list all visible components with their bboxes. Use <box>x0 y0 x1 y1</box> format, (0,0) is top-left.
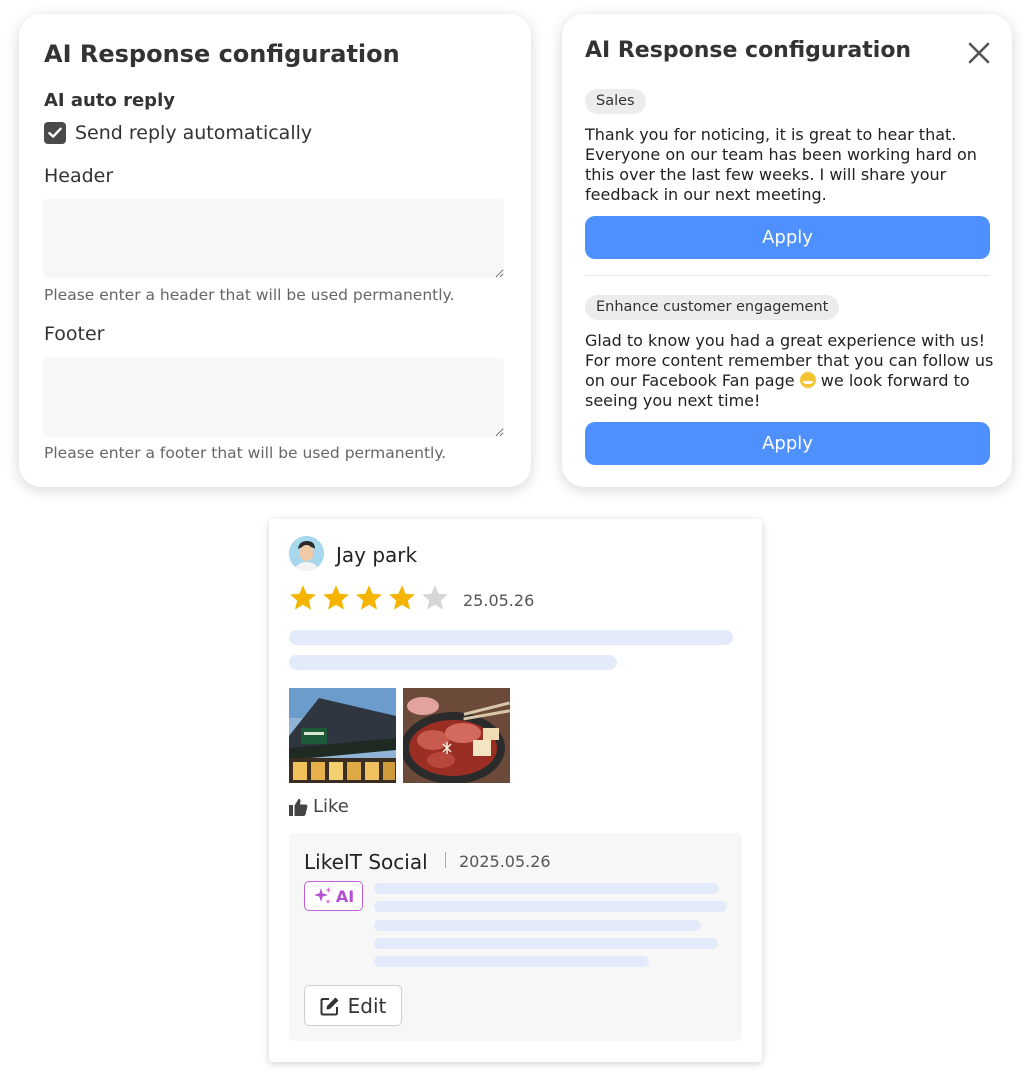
review-photo-storefront[interactable] <box>289 688 396 783</box>
reply-text-placeholder <box>374 883 719 894</box>
edit-button[interactable]: Edit <box>304 985 402 1026</box>
header-label: Header <box>44 165 114 187</box>
close-icon[interactable] <box>966 40 992 66</box>
grinning-emoji-icon <box>799 372 816 388</box>
star-filled-icon <box>323 585 349 610</box>
suggestion-tag-engagement: Enhance customer engagement <box>585 295 840 320</box>
ai-reply-box: LikeIT Social 2025.05.26 AI Edit <box>289 833 742 1041</box>
checkbox-checked-icon[interactable] <box>44 122 66 144</box>
header-input[interactable] <box>43 199 504 278</box>
footer-input[interactable] <box>43 358 504 437</box>
star-filled-icon <box>290 585 316 610</box>
ai-suggestions-panel: AI Response configuration Sales Thank yo… <box>562 14 1012 487</box>
like-button[interactable]: Like <box>289 796 349 817</box>
review-photo-food[interactable] <box>403 688 510 783</box>
reply-text-placeholder <box>374 956 649 967</box>
review-card: Jay park 25.05.26 Like LikeIT Social 202… <box>269 519 762 1062</box>
auto-reply-heading: AI auto reply <box>44 90 175 111</box>
footer-help-text: Please enter a footer that will be used … <box>44 444 447 462</box>
panel-title: AI Response configuration <box>44 40 400 68</box>
edit-icon <box>320 997 339 1015</box>
header-help-text: Please enter a header that will be used … <box>44 286 455 304</box>
ai-badge: AI <box>304 881 363 911</box>
apply-button[interactable]: Apply <box>585 422 990 465</box>
star-filled-icon <box>356 585 382 610</box>
send-automatically-checkbox[interactable]: Send reply automatically <box>44 122 312 144</box>
reply-date: 2025.05.26 <box>459 852 551 871</box>
sparkles-icon <box>313 887 332 904</box>
reply-text-placeholder <box>374 920 701 931</box>
apply-button[interactable]: Apply <box>585 216 990 259</box>
review-text-placeholder <box>289 655 617 670</box>
panel-title: AI Response configuration <box>585 38 912 63</box>
suggestion-text: Thank you for noticing, it is great to h… <box>585 125 977 204</box>
review-text-placeholder <box>289 630 733 645</box>
reply-text-placeholder <box>374 938 718 949</box>
avatar <box>289 536 324 571</box>
star-rating <box>288 583 450 613</box>
star-empty-icon <box>422 585 448 610</box>
reply-text-placeholder <box>374 901 727 912</box>
suggestion-text: Glad to know you had a great experience … <box>585 331 995 411</box>
like-label: Like <box>313 796 349 817</box>
reviewer-name: Jay park <box>336 543 418 567</box>
edit-label: Edit <box>347 993 387 1018</box>
thumbs-up-icon <box>289 798 308 816</box>
ai-badge-label: AI <box>335 886 355 906</box>
footer-label: Footer <box>44 323 105 345</box>
divider <box>585 275 990 276</box>
review-date: 25.05.26 <box>463 591 535 610</box>
reply-author: LikeIT Social <box>304 850 428 874</box>
star-filled-icon <box>389 585 415 610</box>
suggestion-tag-sales: Sales <box>585 89 646 114</box>
checkbox-label: Send reply automatically <box>75 122 313 144</box>
separator <box>445 852 446 868</box>
ai-response-config-panel: AI Response configuration AI auto reply … <box>19 14 531 487</box>
